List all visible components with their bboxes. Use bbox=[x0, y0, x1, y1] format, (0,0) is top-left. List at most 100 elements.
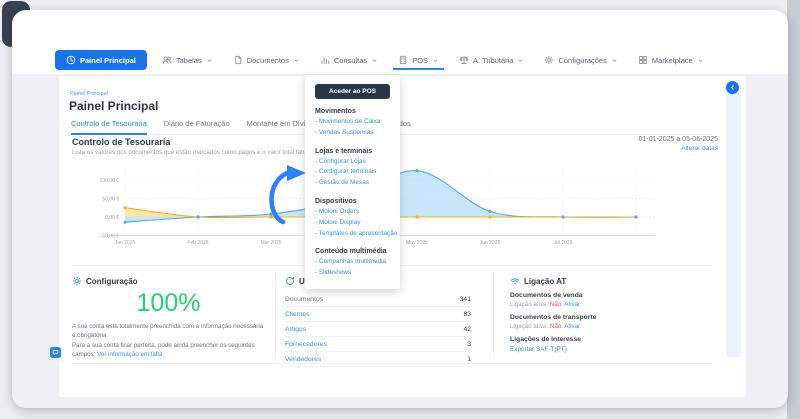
pos-menu-item[interactable]: Slideshows bbox=[315, 268, 390, 279]
nav-item-pos[interactable]: POS bbox=[393, 50, 444, 70]
open-pos-button[interactable]: Aceder ao POS bbox=[315, 84, 390, 99]
config-completion-percent: 100% bbox=[72, 289, 265, 318]
chat-launcher-button[interactable] bbox=[50, 347, 61, 358]
usage-row[interactable]: Vendedores 1 bbox=[285, 352, 471, 367]
usage-row-value: 341 bbox=[460, 296, 471, 303]
config-panel-title: Configuração bbox=[86, 277, 138, 286]
at-activate-link[interactable]: Ativar bbox=[564, 301, 580, 308]
usage-row-value: 42 bbox=[463, 326, 471, 333]
at-status-label: Ligação ativa: bbox=[510, 301, 550, 308]
at-panel-title: Ligação AT bbox=[524, 277, 566, 286]
at-entry: Documentos de transporteLigação ativa: N… bbox=[510, 314, 710, 330]
nav-item-configuracoes[interactable]: Configurações bbox=[539, 50, 622, 70]
usage-rows: Documentos 341 Clientes 83 Artigos 42 Forneced… bbox=[285, 292, 471, 367]
at-status-value: Não bbox=[550, 301, 561, 308]
at-entry-status: Ligação ativa: NãoAtivar bbox=[510, 301, 710, 308]
usage-row-label[interactable]: Vendedores bbox=[285, 356, 321, 363]
pos-menu-item[interactable]: Moloni Orders bbox=[315, 207, 390, 218]
usage-row-label[interactable]: Artigos bbox=[285, 326, 306, 333]
nav-item-documentos[interactable]: Documentos bbox=[228, 50, 305, 70]
side-panel-toggle-button[interactable] bbox=[726, 81, 739, 94]
tab-montante-em-divida[interactable]: Montante em Dívida bbox=[247, 119, 314, 134]
svg-text:Jan 2025: Jan 2025 bbox=[115, 240, 136, 246]
usage-row[interactable]: Clientes 83 bbox=[285, 307, 471, 322]
usage-row-value: 1 bbox=[467, 356, 471, 363]
pos-menu-item[interactable]: Configurar Lojas bbox=[315, 157, 390, 168]
divider bbox=[493, 272, 494, 358]
page-title: Painel Principal bbox=[69, 99, 158, 113]
usage-row: Documentos 341 bbox=[285, 292, 471, 307]
config-text-2: Para a sua conta ficar perfeita, pode ai… bbox=[72, 342, 265, 359]
chevron-down-icon bbox=[697, 57, 704, 64]
pos-menu-item[interactable]: Vendas Suspensas bbox=[315, 128, 390, 139]
pos-dropdown-menu: Aceder ao POS Movimentos Movimentos de Ca… bbox=[305, 75, 400, 289]
svg-text:Mar 2025: Mar 2025 bbox=[260, 240, 281, 246]
gear-icon bbox=[544, 55, 554, 65]
sync-icon bbox=[285, 276, 295, 286]
app-window: Painel Principal Tabelas Documentos Consult… bbox=[12, 10, 788, 408]
date-range-text: 01-01-2025 a 05-06-2025 bbox=[639, 136, 718, 143]
nav-item-painel-principal[interactable]: Painel Principal bbox=[55, 50, 147, 70]
change-dates-link[interactable]: Alterar datas bbox=[639, 145, 718, 152]
svg-text:-50,00 €: -50,00 € bbox=[101, 233, 120, 239]
nav-item-a-tributaria[interactable]: A. Tributária bbox=[454, 50, 529, 70]
svg-text:Jul 2025: Jul 2025 bbox=[554, 240, 573, 246]
file-icon bbox=[233, 55, 243, 65]
pos-menu-section-title: Lojas e terminais bbox=[315, 148, 390, 155]
nav-item-label: Documentos bbox=[247, 56, 289, 65]
nav-item-consultas[interactable]: Consultas bbox=[315, 50, 383, 70]
collapsed-side-panel bbox=[726, 85, 741, 357]
at-entry: Documentos de venda Ligação ativa: NãoAti… bbox=[510, 292, 710, 308]
chat-icon bbox=[52, 349, 59, 356]
main-navbar: Painel Principal Tabelas Documentos Consult… bbox=[55, 50, 709, 70]
nav-item-label: Consultas bbox=[334, 56, 367, 65]
users-icon bbox=[162, 55, 172, 65]
nav-item-label: Painel Principal bbox=[80, 56, 136, 65]
dashboard-card: Painel Principal Painel Principal Contro… bbox=[59, 76, 746, 397]
usage-row-label: Documentos bbox=[285, 296, 323, 303]
tab-diario-de-faturacao[interactable]: Diário de Faturação bbox=[164, 119, 230, 134]
usage-row-value: 3 bbox=[467, 341, 471, 348]
pos-menu-section-title: Movimentos bbox=[315, 108, 390, 115]
svg-text:Jun 2025: Jun 2025 bbox=[480, 240, 501, 246]
pos-menu-section: Conteúdo multimédia Campanhas multimédiaS… bbox=[315, 248, 390, 279]
tab-controlo-de-tesouraria[interactable]: Controlo de Tesouraria bbox=[71, 119, 147, 135]
svg-text:0,00 €: 0,00 € bbox=[105, 215, 119, 221]
pos-menu-section: Movimentos Movimentos de CaixaVendas Susp… bbox=[315, 108, 390, 139]
at-activate-link[interactable]: Ativar bbox=[564, 323, 580, 330]
config-panel-header: Configuração bbox=[72, 276, 265, 286]
pos-menu-section-title: Conteúdo multimédia bbox=[315, 248, 390, 255]
pos-menu-item[interactable]: Moloni Display bbox=[315, 218, 390, 229]
at-links-title: Ligações de Interesse bbox=[510, 336, 710, 343]
chart-icon bbox=[320, 55, 330, 65]
usage-row-label[interactable]: Clientes bbox=[285, 311, 310, 318]
pos-menu-item[interactable]: Templates de apresentação bbox=[315, 229, 390, 240]
gear-icon bbox=[72, 276, 82, 286]
chevron-down-icon bbox=[293, 57, 300, 64]
at-entry-title: Documentos de venda bbox=[510, 292, 710, 299]
pos-menu-section: DispositivosMoloni OrdersMoloni DisplayT… bbox=[315, 198, 390, 239]
nav-item-label: POS bbox=[412, 56, 428, 65]
svg-text:May 2025: May 2025 bbox=[406, 240, 428, 246]
usage-row-label[interactable]: Fornecedores bbox=[285, 341, 327, 348]
nav-item-tabelas[interactable]: Tabelas bbox=[157, 50, 218, 70]
date-range: 01-01-2025 a 05-06-2025 Alterar datas bbox=[639, 136, 718, 152]
pos-menu-item[interactable]: Gestão de Mesas bbox=[315, 178, 390, 189]
pos-menu-item[interactable]: Configurar terminais bbox=[315, 167, 390, 178]
pos-menu-item[interactable]: Movimentos de Caixa bbox=[315, 117, 390, 128]
usage-row[interactable]: Fornecedores 3 bbox=[285, 337, 471, 352]
export-saft-link[interactable]: Exportar SAF-T(PT) bbox=[510, 346, 710, 353]
breadcrumb[interactable]: Painel Principal bbox=[70, 91, 108, 97]
nav-item-label: Tabelas bbox=[176, 56, 202, 65]
clock-icon bbox=[66, 55, 76, 65]
section-subtitle-text: Lista os valores dos documentos que estã… bbox=[72, 149, 320, 156]
at-panel-header: Ligação AT bbox=[510, 276, 710, 286]
pos-menu-item[interactable]: Campanhas multimédia bbox=[315, 257, 390, 268]
section-title: Controlo de Tesouraria bbox=[72, 137, 170, 147]
nav-item-marketplace[interactable]: Marketplace bbox=[633, 50, 709, 70]
usage-row[interactable]: Artigos 42 bbox=[285, 322, 471, 337]
missing-info-link[interactable]: Ver informação em falta bbox=[97, 351, 162, 358]
usage-row-value: 83 bbox=[463, 311, 471, 318]
desktop-background-band bbox=[787, 0, 800, 419]
nav-item-label: A. Tributária bbox=[473, 56, 513, 65]
